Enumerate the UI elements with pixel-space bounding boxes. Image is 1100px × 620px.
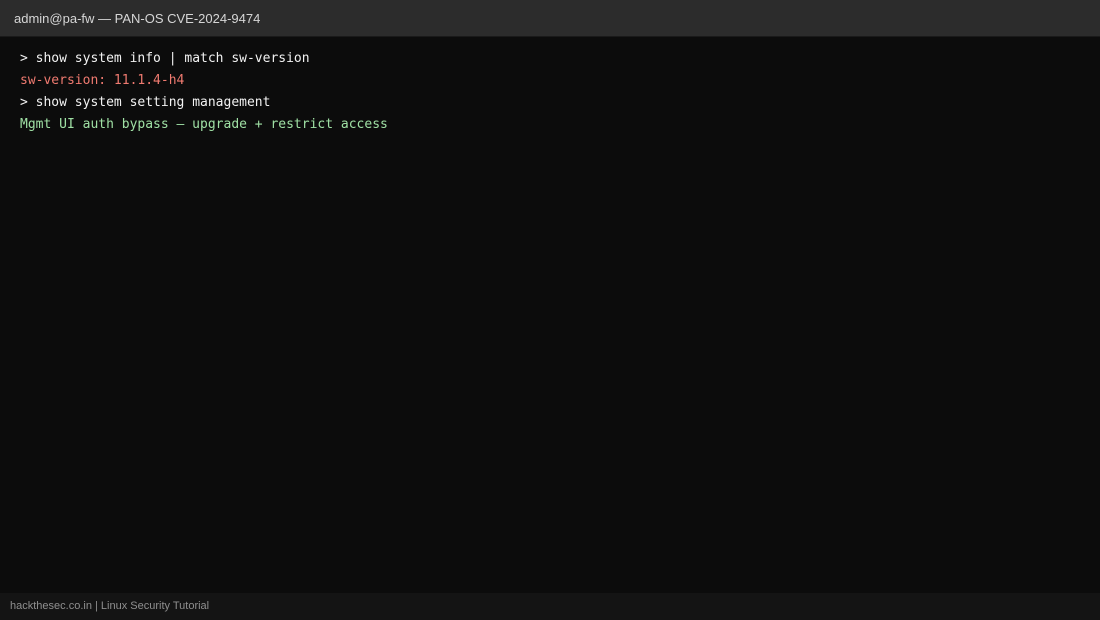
command-text: show system info | match sw-version: [35, 51, 310, 66]
terminal-line-command: > show system setting management: [20, 92, 1080, 114]
terminal-line-output: Mgmt UI auth bypass — upgrade + restrict…: [20, 117, 388, 132]
terminal-output[interactable]: > show system info | match sw-version sw…: [0, 37, 1100, 593]
terminal-line-output: sw-version: 11.1.4-h4: [20, 73, 185, 88]
terminal-line-command: > show system info | match sw-version: [20, 48, 1080, 70]
window-title: admin@pa-fw — PAN-OS CVE-2024-9474: [14, 11, 261, 26]
title-bar[interactable]: admin@pa-fw — PAN-OS CVE-2024-9474: [0, 0, 1100, 37]
prompt-symbol: >: [20, 51, 28, 66]
status-bar: hackthesec.co.in | Linux Security Tutori…: [0, 593, 1100, 620]
prompt-symbol: >: [20, 95, 28, 110]
terminal-window: admin@pa-fw — PAN-OS CVE-2024-9474 > sho…: [0, 0, 1100, 620]
command-text: show system setting management: [35, 95, 271, 110]
status-text: hackthesec.co.in | Linux Security Tutori…: [10, 600, 210, 612]
